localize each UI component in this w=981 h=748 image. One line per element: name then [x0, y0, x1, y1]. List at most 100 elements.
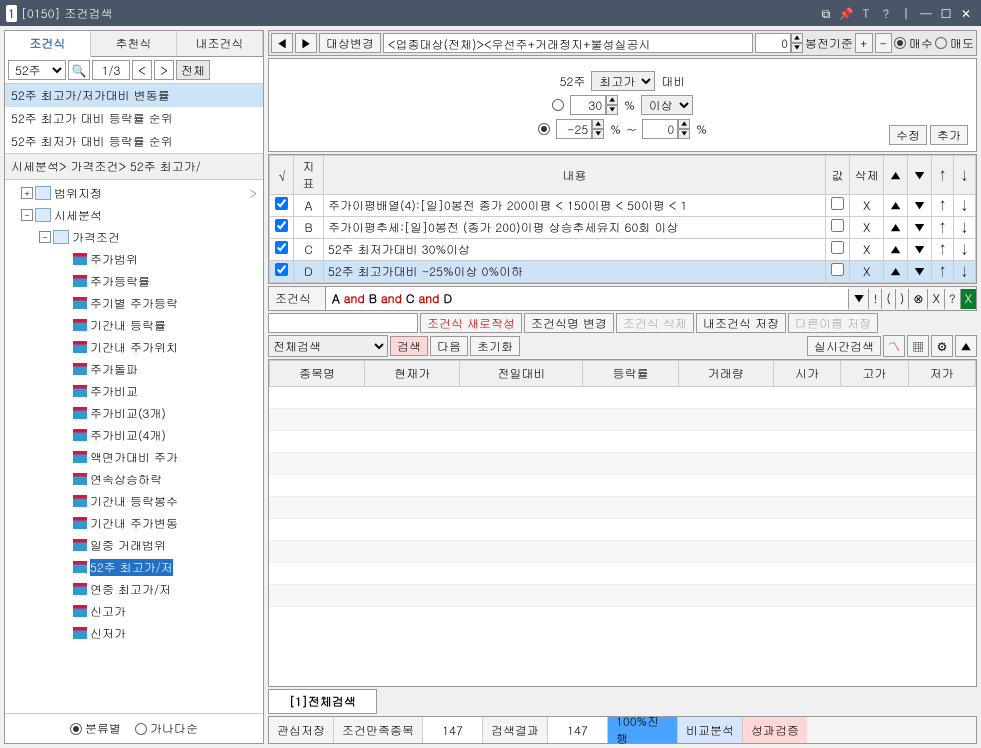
top-icon[interactable]: ↑ [936, 197, 949, 214]
sort-alpha-radio[interactable]: 가나다순 [135, 720, 198, 737]
scope-select[interactable]: 전체검색 [268, 335, 388, 357]
prev-button[interactable]: < [132, 60, 152, 80]
realtime-button[interactable]: 실시간검색 [807, 336, 881, 356]
tree-node-price-cond[interactable]: -가격조건 [7, 226, 261, 248]
bottom-icon[interactable]: ↓ [958, 263, 971, 280]
period-select[interactable]: 52주 [8, 60, 66, 80]
grid-icon[interactable]: ▦ [907, 335, 929, 357]
tree-leaf[interactable]: 주가비교 [7, 380, 261, 402]
val1-spinner[interactable]: ▲▼ [570, 95, 618, 115]
maximize-icon[interactable]: ☐ [937, 4, 955, 22]
tree-leaf[interactable]: 액면가대비 주가 [7, 446, 261, 468]
tab-mycondition[interactable]: 내조건식 [177, 31, 263, 56]
delete-button[interactable]: 조건식 삭제 [616, 313, 694, 333]
tree-node-price-analysis[interactable]: -시세분석 [7, 204, 261, 226]
bong-spinner[interactable]: ▲▼ [755, 33, 803, 53]
tree-leaf[interactable]: 기간내 주가변동 [7, 512, 261, 534]
help-icon[interactable]: ? [877, 4, 895, 22]
results-col-header[interactable]: 전일대비 [460, 361, 583, 387]
pin-icon[interactable]: 📌 [837, 4, 855, 22]
gear-icon[interactable]: ⚙ [931, 335, 953, 357]
table-row[interactable]: C52주 최저가대비 30%이상X▲▼↑↓ [270, 239, 976, 261]
table-row[interactable]: B주가이평추세:[일]0봉전 (종가 200)이평 상승추세유지 60회 이상X… [270, 217, 976, 239]
single-radio[interactable] [552, 99, 564, 111]
nav-right-button[interactable]: ▶ [295, 33, 317, 53]
row-val-check[interactable] [831, 219, 844, 232]
tree-leaf[interactable]: 주가등락률 [7, 270, 261, 292]
sort-category-radio[interactable]: 분류별 [70, 720, 121, 737]
row-check[interactable] [275, 219, 288, 232]
reset-button[interactable]: 초기화 [470, 336, 520, 356]
list-item[interactable]: 52주 최저가 대비 등락률 순위 [5, 130, 263, 153]
tree-leaf[interactable]: 연중 최고가/저 [7, 578, 261, 600]
tree-leaf[interactable]: 신저가 [7, 622, 261, 644]
results-col-header[interactable]: 고가 [841, 361, 908, 387]
tree-leaf[interactable]: 주가돌파 [7, 358, 261, 380]
delete-icon[interactable]: X [861, 219, 873, 236]
search-button[interactable]: 검색 [390, 336, 428, 356]
popout-icon[interactable]: ⧉ [817, 4, 835, 22]
formula-expression[interactable]: A and B and C and D [325, 287, 848, 310]
table-row[interactable]: D52주 최고가대비 -25%이상 0%이하X▲▼↑↓ [270, 261, 976, 283]
tree-leaf[interactable]: 주가비교(3개) [7, 402, 261, 424]
tree-leaf[interactable]: 신고가 [7, 600, 261, 622]
top-icon[interactable]: ↑ [936, 241, 949, 258]
new-button[interactable]: 조건식 새로작성 [420, 313, 522, 333]
tree-leaf[interactable]: 일중 거래범위 [7, 534, 261, 556]
bottom-icon[interactable]: ↓ [958, 197, 971, 214]
results-col-header[interactable]: 거래량 [678, 361, 773, 387]
tree-leaf[interactable]: 주기별 주가등락 [7, 292, 261, 314]
formula-dropdown-button[interactable]: ▼ [848, 289, 868, 309]
tree-leaf[interactable]: 주가범위 [7, 248, 261, 270]
row-val-check[interactable] [831, 197, 844, 210]
row-check[interactable] [275, 263, 288, 276]
formula-clear-button[interactable]: ⊗ [908, 289, 927, 309]
rename-button[interactable]: 조건식명 변경 [524, 313, 614, 333]
results-col-header[interactable]: 시가 [773, 361, 840, 387]
results-col-header[interactable]: 저가 [908, 361, 975, 387]
list-item[interactable]: 52주 최고가 대비 등락률 순위 [5, 107, 263, 130]
buy-radio[interactable]: 매수 [894, 35, 933, 52]
all-button[interactable]: 전체 [176, 60, 210, 80]
tree-leaf[interactable]: 기간내 주가위치 [7, 336, 261, 358]
next-button[interactable]: 다음 [430, 336, 468, 356]
down-icon[interactable]: ▼ [912, 219, 927, 236]
formula-not-button[interactable]: ! [868, 289, 881, 309]
row-check[interactable] [275, 197, 288, 210]
tab-recommend[interactable]: 추천식 [91, 31, 177, 56]
bottom-icon[interactable]: ↓ [958, 219, 971, 236]
watchlist-button[interactable]: 관심저장 [269, 717, 334, 743]
cond-select[interactable]: 이상 [641, 95, 693, 115]
condition-tree[interactable]: +범위지정> -시세분석 -가격조건 주가범위 주가등락률 주기별 주가등락 기… [5, 180, 263, 713]
price-select[interactable]: 최고가 [591, 71, 655, 91]
tree-leaf[interactable]: 기간내 등락률 [7, 314, 261, 336]
status-tab-1[interactable]: [1]전체검색 [268, 689, 377, 714]
delete-icon[interactable]: X [861, 197, 873, 214]
results-col-header[interactable]: 현재가 [365, 361, 460, 387]
up-icon[interactable]: ▲ [888, 263, 903, 280]
results-col-header[interactable]: 등락률 [583, 361, 678, 387]
formula-rparen-button[interactable]: ) [895, 289, 909, 309]
formula-x-button[interactable]: X [927, 289, 944, 309]
down-icon[interactable]: ▼ [912, 263, 927, 280]
text-icon[interactable]: T [857, 4, 875, 22]
down-icon[interactable]: ▼ [912, 197, 927, 214]
up-icon[interactable]: ▲ [888, 197, 903, 214]
tree-leaf[interactable]: 연속상승하락 [7, 468, 261, 490]
chart-icon[interactable]: 〽 [883, 335, 905, 357]
tab-condition[interactable]: 조건식 [5, 31, 91, 57]
close-icon[interactable]: ✕ [957, 4, 975, 22]
results-col-header[interactable]: 종목명 [270, 361, 365, 387]
formula-excel-button[interactable]: X [960, 289, 977, 309]
up-icon[interactable]: ▲ [888, 241, 903, 258]
performance-button[interactable]: 성과검증 [743, 717, 807, 743]
delete-icon[interactable]: X [861, 241, 873, 258]
collapse-icon[interactable]: ▲ [955, 335, 977, 357]
tree-leaf[interactable]: 주가비교(4개) [7, 424, 261, 446]
list-item[interactable]: 52주 최고가/저가대비 변동률 [5, 84, 263, 107]
row-val-check[interactable] [831, 263, 844, 276]
plus-button[interactable]: + [855, 33, 873, 53]
tree-leaf[interactable]: 기간내 등락봉수 [7, 490, 261, 512]
table-row[interactable]: A주가이평배열(4):[일]0봉전 종가 200이평 < 150이평 < 50이… [270, 195, 976, 217]
next-button[interactable]: > [154, 60, 174, 80]
